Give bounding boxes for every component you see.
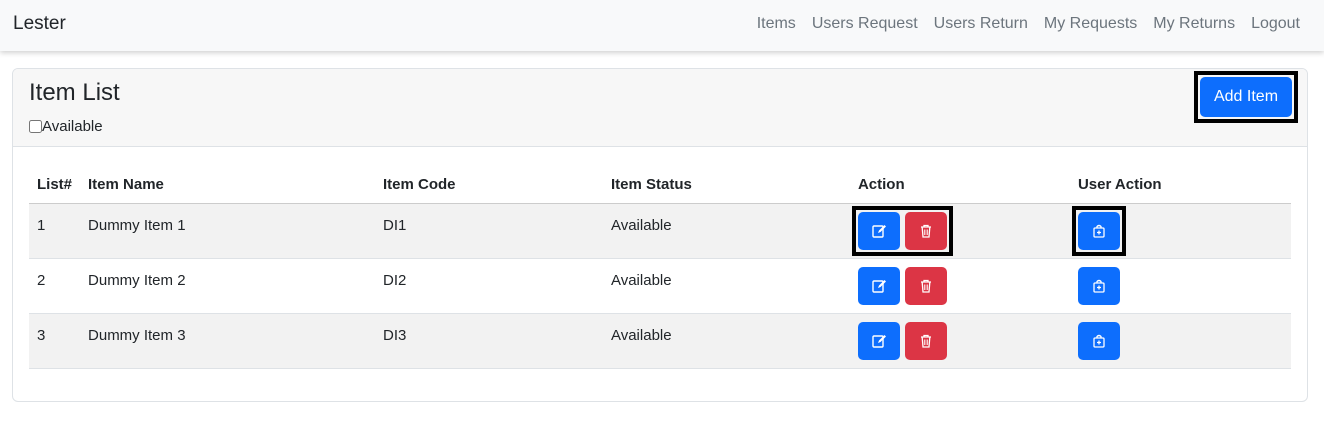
nav-link-my-returns[interactable]: My Returns [1153,15,1235,33]
cell-item-status: Available [602,313,850,369]
request-item-button[interactable] [1077,266,1120,305]
top-navbar: Lester Items Users Request Users Return … [0,0,1324,51]
trash-icon [920,224,931,238]
header-user-action: User Action [1069,167,1291,204]
table-row: 2 Dummy Item 2 DI2 Available [29,258,1291,314]
cell-item-code: DI1 [375,203,603,259]
header-list-number: List# [29,167,81,204]
action-buttons [857,321,947,360]
cell-item-status: Available [602,258,850,314]
add-item-button[interactable]: Add Item [1200,77,1292,117]
header-item-name: Item Name [80,167,375,204]
page-title: Item List [29,79,120,106]
cell-item-name: Dummy Item 2 [80,258,375,314]
cell-item-code: DI3 [375,313,603,369]
cell-action [849,258,1070,314]
user-action-buttons [1077,266,1120,305]
edit-icon [872,334,886,348]
table-header-row: List# Item Name Item Code Item Status Ac… [29,167,1291,204]
nav-link-my-requests[interactable]: My Requests [1044,15,1137,33]
header-item-code: Item Code [375,167,603,204]
action-buttons-highlight [851,205,953,256]
header-item-status: Item Status [602,167,850,204]
available-filter-label: Available [42,118,103,135]
cell-list-number: 1 [29,203,81,259]
edit-button[interactable] [857,266,900,305]
nav-link-logout[interactable]: Logout [1251,15,1300,33]
nav-links: Items Users Request Users Return My Requ… [757,15,1300,33]
cell-action [849,203,1070,259]
request-item-button[interactable] [1077,321,1120,360]
header-action: Action [849,167,1070,204]
user-action-highlight [1071,205,1126,256]
card-header: Item List Available Add Item [13,69,1307,147]
delete-button[interactable] [904,266,947,305]
table-row: 3 Dummy Item 3 DI3 Available [29,313,1291,369]
cell-item-name: Dummy Item 1 [80,203,375,259]
nav-link-items[interactable]: Items [757,15,796,33]
trash-icon [920,334,931,348]
items-table: List# Item Name Item Code Item Status Ac… [29,167,1291,369]
cell-user-action [1069,258,1291,314]
trash-icon [920,279,931,293]
cell-action [849,313,1070,369]
edit-icon [872,224,886,238]
available-filter[interactable]: Available [29,118,103,135]
item-list-card: Item List Available Add Item List# Item … [12,68,1308,402]
cell-item-name: Dummy Item 3 [80,313,375,369]
available-checkbox[interactable] [29,120,42,133]
cell-list-number: 3 [29,313,81,369]
add-item-highlight: Add Item [1194,71,1298,123]
bag-plus-icon [1093,334,1105,348]
table-row: 1 Dummy Item 1 DI1 Available [29,203,1291,259]
delete-button[interactable] [904,321,947,360]
bag-plus-icon [1093,279,1105,293]
action-buttons [857,266,947,305]
nav-link-users-request[interactable]: Users Request [812,15,918,33]
cell-item-status: Available [602,203,850,259]
cell-item-code: DI2 [375,258,603,314]
cell-list-number: 2 [29,258,81,314]
edit-button[interactable] [857,211,900,250]
cell-user-action [1069,203,1291,259]
bag-plus-icon [1093,224,1105,238]
brand-name[interactable]: Lester [13,13,66,35]
user-action-buttons [1077,321,1120,360]
nav-link-users-return[interactable]: Users Return [934,15,1028,33]
request-item-button[interactable] [1077,211,1120,250]
edit-icon [872,279,886,293]
delete-button[interactable] [904,211,947,250]
edit-button[interactable] [857,321,900,360]
cell-user-action [1069,313,1291,369]
